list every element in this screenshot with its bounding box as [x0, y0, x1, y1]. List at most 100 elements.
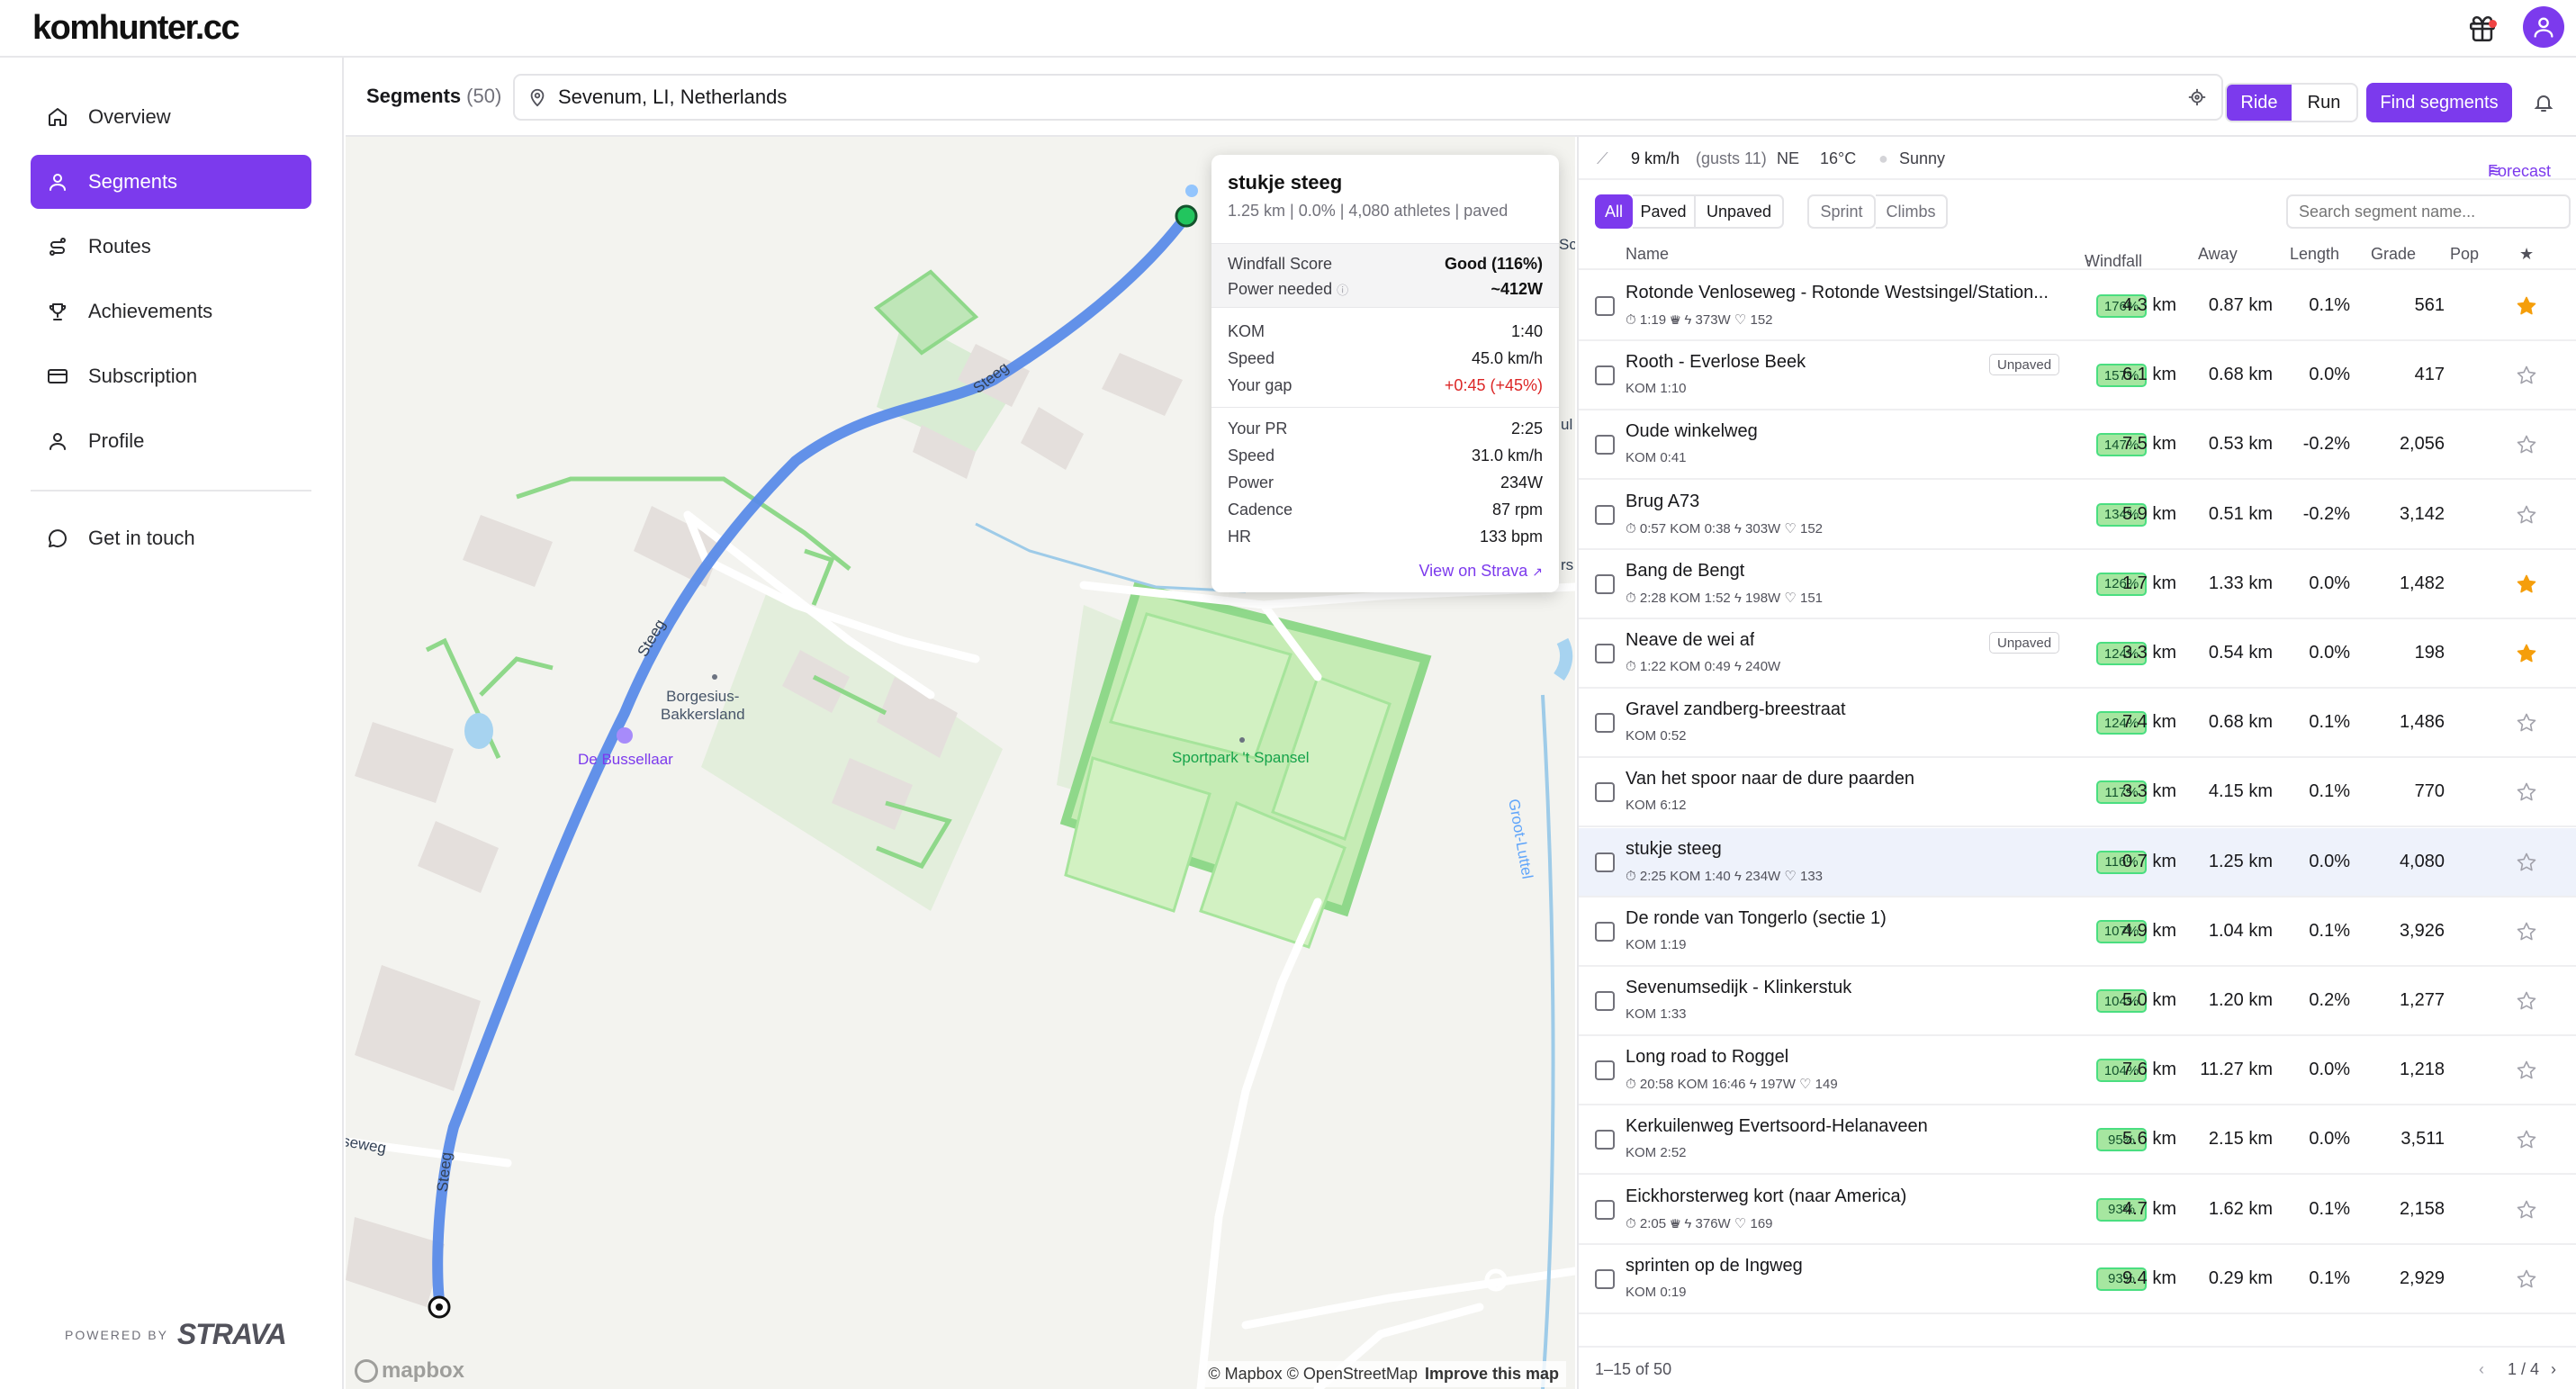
segment-popup: stukje steeg 1.25 km | 0.0% | 4,080 athl…: [1211, 155, 1559, 592]
filter-unpaved[interactable]: Unpaved: [1696, 194, 1784, 229]
star-icon[interactable]: [2516, 852, 2537, 873]
segment-name[interactable]: sprinten op de Ingweg: [1626, 1256, 1803, 1276]
map-attribution[interactable]: © Mapbox © OpenStreetMap Improve this map: [1201, 1361, 1566, 1387]
segment-name[interactable]: De ronde van Tongerlo (sectie 1): [1626, 908, 1887, 929]
star-icon[interactable]: [2516, 1129, 2537, 1150]
row-checkbox[interactable]: [1595, 644, 1615, 663]
row-checkbox[interactable]: [1595, 296, 1615, 316]
segment-name[interactable]: Long road to Roggel: [1626, 1047, 1788, 1068]
sidebar-item-routes[interactable]: Routes: [31, 220, 311, 274]
view-on-strava-link[interactable]: View on Strava ↗: [1419, 562, 1544, 581]
sidebar-item-achievements[interactable]: Achievements: [31, 284, 311, 338]
col-away[interactable]: Away: [2198, 245, 2238, 264]
segment-name[interactable]: Rotonde Venloseweg - Rotonde Westsingel/…: [1626, 283, 2049, 303]
filter-climbs[interactable]: Climbs: [1876, 194, 1948, 229]
table-row[interactable]: Oude winkelweg KOM 0:41 147% 7.5 km 0.53 km -…: [1579, 410, 2576, 481]
star-icon[interactable]: [2516, 921, 2537, 943]
star-icon[interactable]: [2516, 434, 2537, 455]
table-row[interactable]: Brug A73 ⏱ 0:57 KOM 0:38 ϟ 303W ♡ 152 134%…: [1579, 481, 2576, 550]
col-grade[interactable]: Grade: [2371, 245, 2416, 264]
sidebar-item-subscription[interactable]: Subscription: [31, 349, 311, 403]
away-cell: 5.9 km: [2121, 503, 2176, 524]
segment-name[interactable]: Neave de wei af: [1626, 630, 1754, 651]
col-pop[interactable]: Pop: [2450, 245, 2479, 264]
row-checkbox[interactable]: [1595, 1268, 1615, 1289]
info-icon: ⓘ: [1337, 284, 1349, 297]
col-length[interactable]: Length: [2290, 245, 2339, 264]
prev-page-icon[interactable]: ‹: [2479, 1360, 2484, 1379]
star-icon[interactable]: [2516, 781, 2537, 803]
sidebar-item-overview[interactable]: Overview: [31, 90, 311, 144]
sidebar-item-segments[interactable]: Segments: [31, 155, 311, 209]
segment-name[interactable]: stukje steeg: [1626, 839, 1722, 860]
segment-name[interactable]: Oude winkelweg: [1626, 421, 1758, 442]
star-icon[interactable]: [2516, 1060, 2537, 1081]
filter-sprint[interactable]: Sprint: [1807, 194, 1876, 229]
mapbox-logo[interactable]: mapbox: [355, 1358, 464, 1384]
filter-paved[interactable]: Paved: [1633, 194, 1696, 229]
row-checkbox[interactable]: [1595, 713, 1615, 734]
segment-name[interactable]: Bang de Bengt: [1626, 561, 1744, 582]
improve-map-link[interactable]: Improve this map: [1425, 1365, 1559, 1383]
sidebar-item-profile[interactable]: Profile: [31, 414, 311, 468]
segment-name[interactable]: Van het spoor naar de dure paarden: [1626, 769, 1914, 789]
locate-me-icon[interactable]: [2187, 87, 2207, 107]
segment-name[interactable]: Rooth - Everlose Beek: [1626, 352, 1806, 373]
row-checkbox[interactable]: [1595, 1199, 1615, 1220]
segment-name[interactable]: Kerkuilenweg Evertsoord-Helanaveen: [1626, 1116, 1928, 1137]
row-checkbox[interactable]: [1595, 991, 1615, 1011]
segment-search-input[interactable]: [2286, 194, 2571, 229]
filter-all[interactable]: All: [1595, 194, 1633, 229]
table-row[interactable]: stukje steeg ⏱ 2:25 KOM 1:40 ϟ 234W ♡ 133…: [1579, 827, 2576, 897]
gift-icon[interactable]: [2464, 11, 2500, 47]
star-icon[interactable]: [2516, 573, 2537, 595]
run-button[interactable]: Run: [2292, 85, 2356, 121]
star-icon[interactable]: [2516, 504, 2537, 526]
star-icon[interactable]: [2516, 1268, 2537, 1290]
segment-name[interactable]: Sevenumsedijk - Klinkerstuk: [1626, 978, 1851, 998]
row-checkbox[interactable]: [1595, 921, 1615, 942]
star-icon[interactable]: [2516, 990, 2537, 1012]
sidebar-item-get-in-touch[interactable]: Get in touch: [31, 511, 311, 565]
table-row[interactable]: Kerkuilenweg Evertsoord-Helanaveen KOM 2:…: [1579, 1105, 2576, 1176]
table-row[interactable]: Sevenumsedijk - Klinkerstuk KOM 1:33 104% 5…: [1579, 967, 2576, 1036]
weather-condition: Sunny: [1899, 149, 1946, 167]
table-row[interactable]: Van het spoor naar de dure paarden KOM 6:…: [1579, 758, 2576, 828]
table-row[interactable]: Long road to Roggel ⏱ 20:58 KOM 16:46 ϟ 1…: [1579, 1036, 2576, 1106]
row-checkbox[interactable]: [1595, 365, 1615, 386]
row-checkbox[interactable]: [1595, 435, 1615, 455]
segment-name[interactable]: Brug A73: [1626, 492, 1699, 512]
table-row[interactable]: Gravel zandberg-breestraat KOM 0:52 124% 7.…: [1579, 689, 2576, 759]
location-input[interactable]: Sevenum, LI, Netherlands: [513, 74, 2223, 121]
table-row[interactable]: Rooth - Everlose Beek KOM 1:10 Unpaved 157%…: [1579, 341, 2576, 411]
row-checkbox[interactable]: [1595, 1060, 1615, 1081]
bell-icon[interactable]: [2533, 92, 2554, 113]
star-icon[interactable]: [2516, 712, 2537, 734]
table-row[interactable]: Neave de wei af ⏱ 1:22 KOM 0:49 ϟ 240W Unp…: [1579, 619, 2576, 689]
app-logo[interactable]: komhunter.cc: [32, 9, 240, 48]
row-checkbox[interactable]: [1595, 573, 1615, 594]
table-row[interactable]: De ronde van Tongerlo (sectie 1) KOM 1:19…: [1579, 897, 2576, 967]
star-icon[interactable]: [2516, 295, 2537, 317]
row-checkbox[interactable]: [1595, 1130, 1615, 1150]
find-segments-button[interactable]: Find segments: [2366, 83, 2512, 122]
map-view[interactable]: Steeg Steeg Steeg seweg Borgesius- Bakke…: [346, 137, 1575, 1389]
grade-cell: 0.2%: [2309, 990, 2350, 1010]
row-checkbox[interactable]: [1595, 782, 1615, 803]
user-avatar[interactable]: [2523, 6, 2564, 48]
table-row[interactable]: Bang de Bengt ⏱ 2:28 KOM 1:52 ϟ 198W ♡ 15…: [1579, 550, 2576, 619]
segment-meta: ⏱ 1:19 ♛ ϟ 373W ♡ 152: [1626, 312, 1773, 328]
table-row[interactable]: sprinten op de Ingweg KOM 0:19 93% 9.4 km 0.…: [1579, 1245, 2576, 1314]
star-icon[interactable]: [2516, 365, 2537, 386]
row-checkbox[interactable]: [1595, 504, 1615, 525]
table-row[interactable]: Rotonde Venloseweg - Rotonde Westsingel/…: [1579, 272, 2576, 341]
col-name[interactable]: Name: [1626, 245, 1669, 264]
next-page-icon[interactable]: ›: [2551, 1360, 2556, 1379]
star-icon[interactable]: [2516, 643, 2537, 664]
star-icon[interactable]: [2516, 1199, 2537, 1221]
table-row[interactable]: Eickhorsterweg kort (naar America) ⏱ 2:05…: [1579, 1176, 2576, 1245]
segment-name[interactable]: Eickhorsterweg kort (naar America): [1626, 1186, 1906, 1207]
segment-name[interactable]: Gravel zandberg-breestraat: [1626, 699, 1846, 720]
row-checkbox[interactable]: [1595, 852, 1615, 872]
ride-button[interactable]: Ride: [2227, 85, 2292, 121]
